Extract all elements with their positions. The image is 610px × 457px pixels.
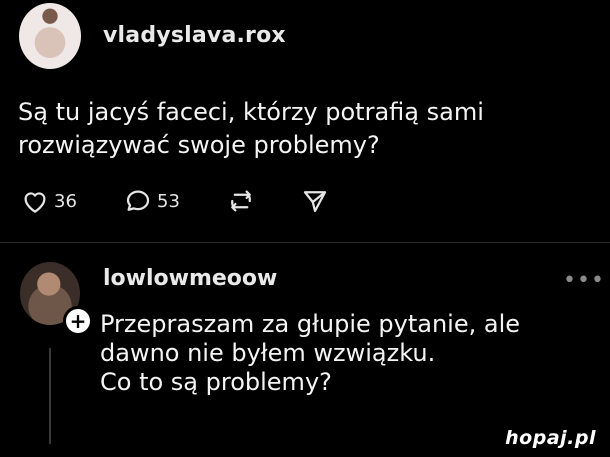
reply-username[interactable]: lowlowmeoow	[103, 266, 277, 291]
comment-icon	[126, 190, 150, 211]
like-count: 36	[54, 190, 77, 212]
share-button[interactable]	[300, 186, 330, 216]
avatar[interactable]	[19, 3, 81, 69]
reply-text-line: dawno nie byłem wzwiązku.	[100, 339, 436, 367]
like-button[interactable]: 36	[20, 186, 77, 216]
more-icon[interactable]: •••	[563, 268, 605, 293]
post-text-line: rozwiązywać swoje problemy?	[18, 131, 380, 159]
plus-icon[interactable]: +	[63, 306, 93, 336]
watermark: hopaj.pl	[505, 427, 596, 449]
post-username[interactable]: vladyslava.rox	[103, 23, 286, 48]
reply-text: Przepraszam za głupie pytanie, ale dawno…	[100, 310, 600, 397]
reply-text-line: Przepraszam za głupie pytanie, ale	[100, 310, 520, 338]
repost-icon	[231, 190, 251, 212]
thread-line	[49, 348, 51, 444]
comment-count: 53	[157, 190, 180, 212]
reply-text-line: Co to są problemy?	[100, 368, 332, 396]
send-icon	[303, 191, 327, 213]
divider	[0, 242, 610, 243]
post-text: Są tu jacyś faceci, którzy potrafią sami…	[18, 96, 578, 162]
post-text-line: Są tu jacyś faceci, którzy potrafią sami	[18, 98, 484, 126]
repost-button[interactable]	[226, 186, 256, 216]
comment-button[interactable]: 53	[123, 186, 180, 216]
original-post: vladyslava.rox Są tu jacyś faceci, którz…	[0, 0, 610, 242]
heart-icon	[24, 192, 46, 213]
